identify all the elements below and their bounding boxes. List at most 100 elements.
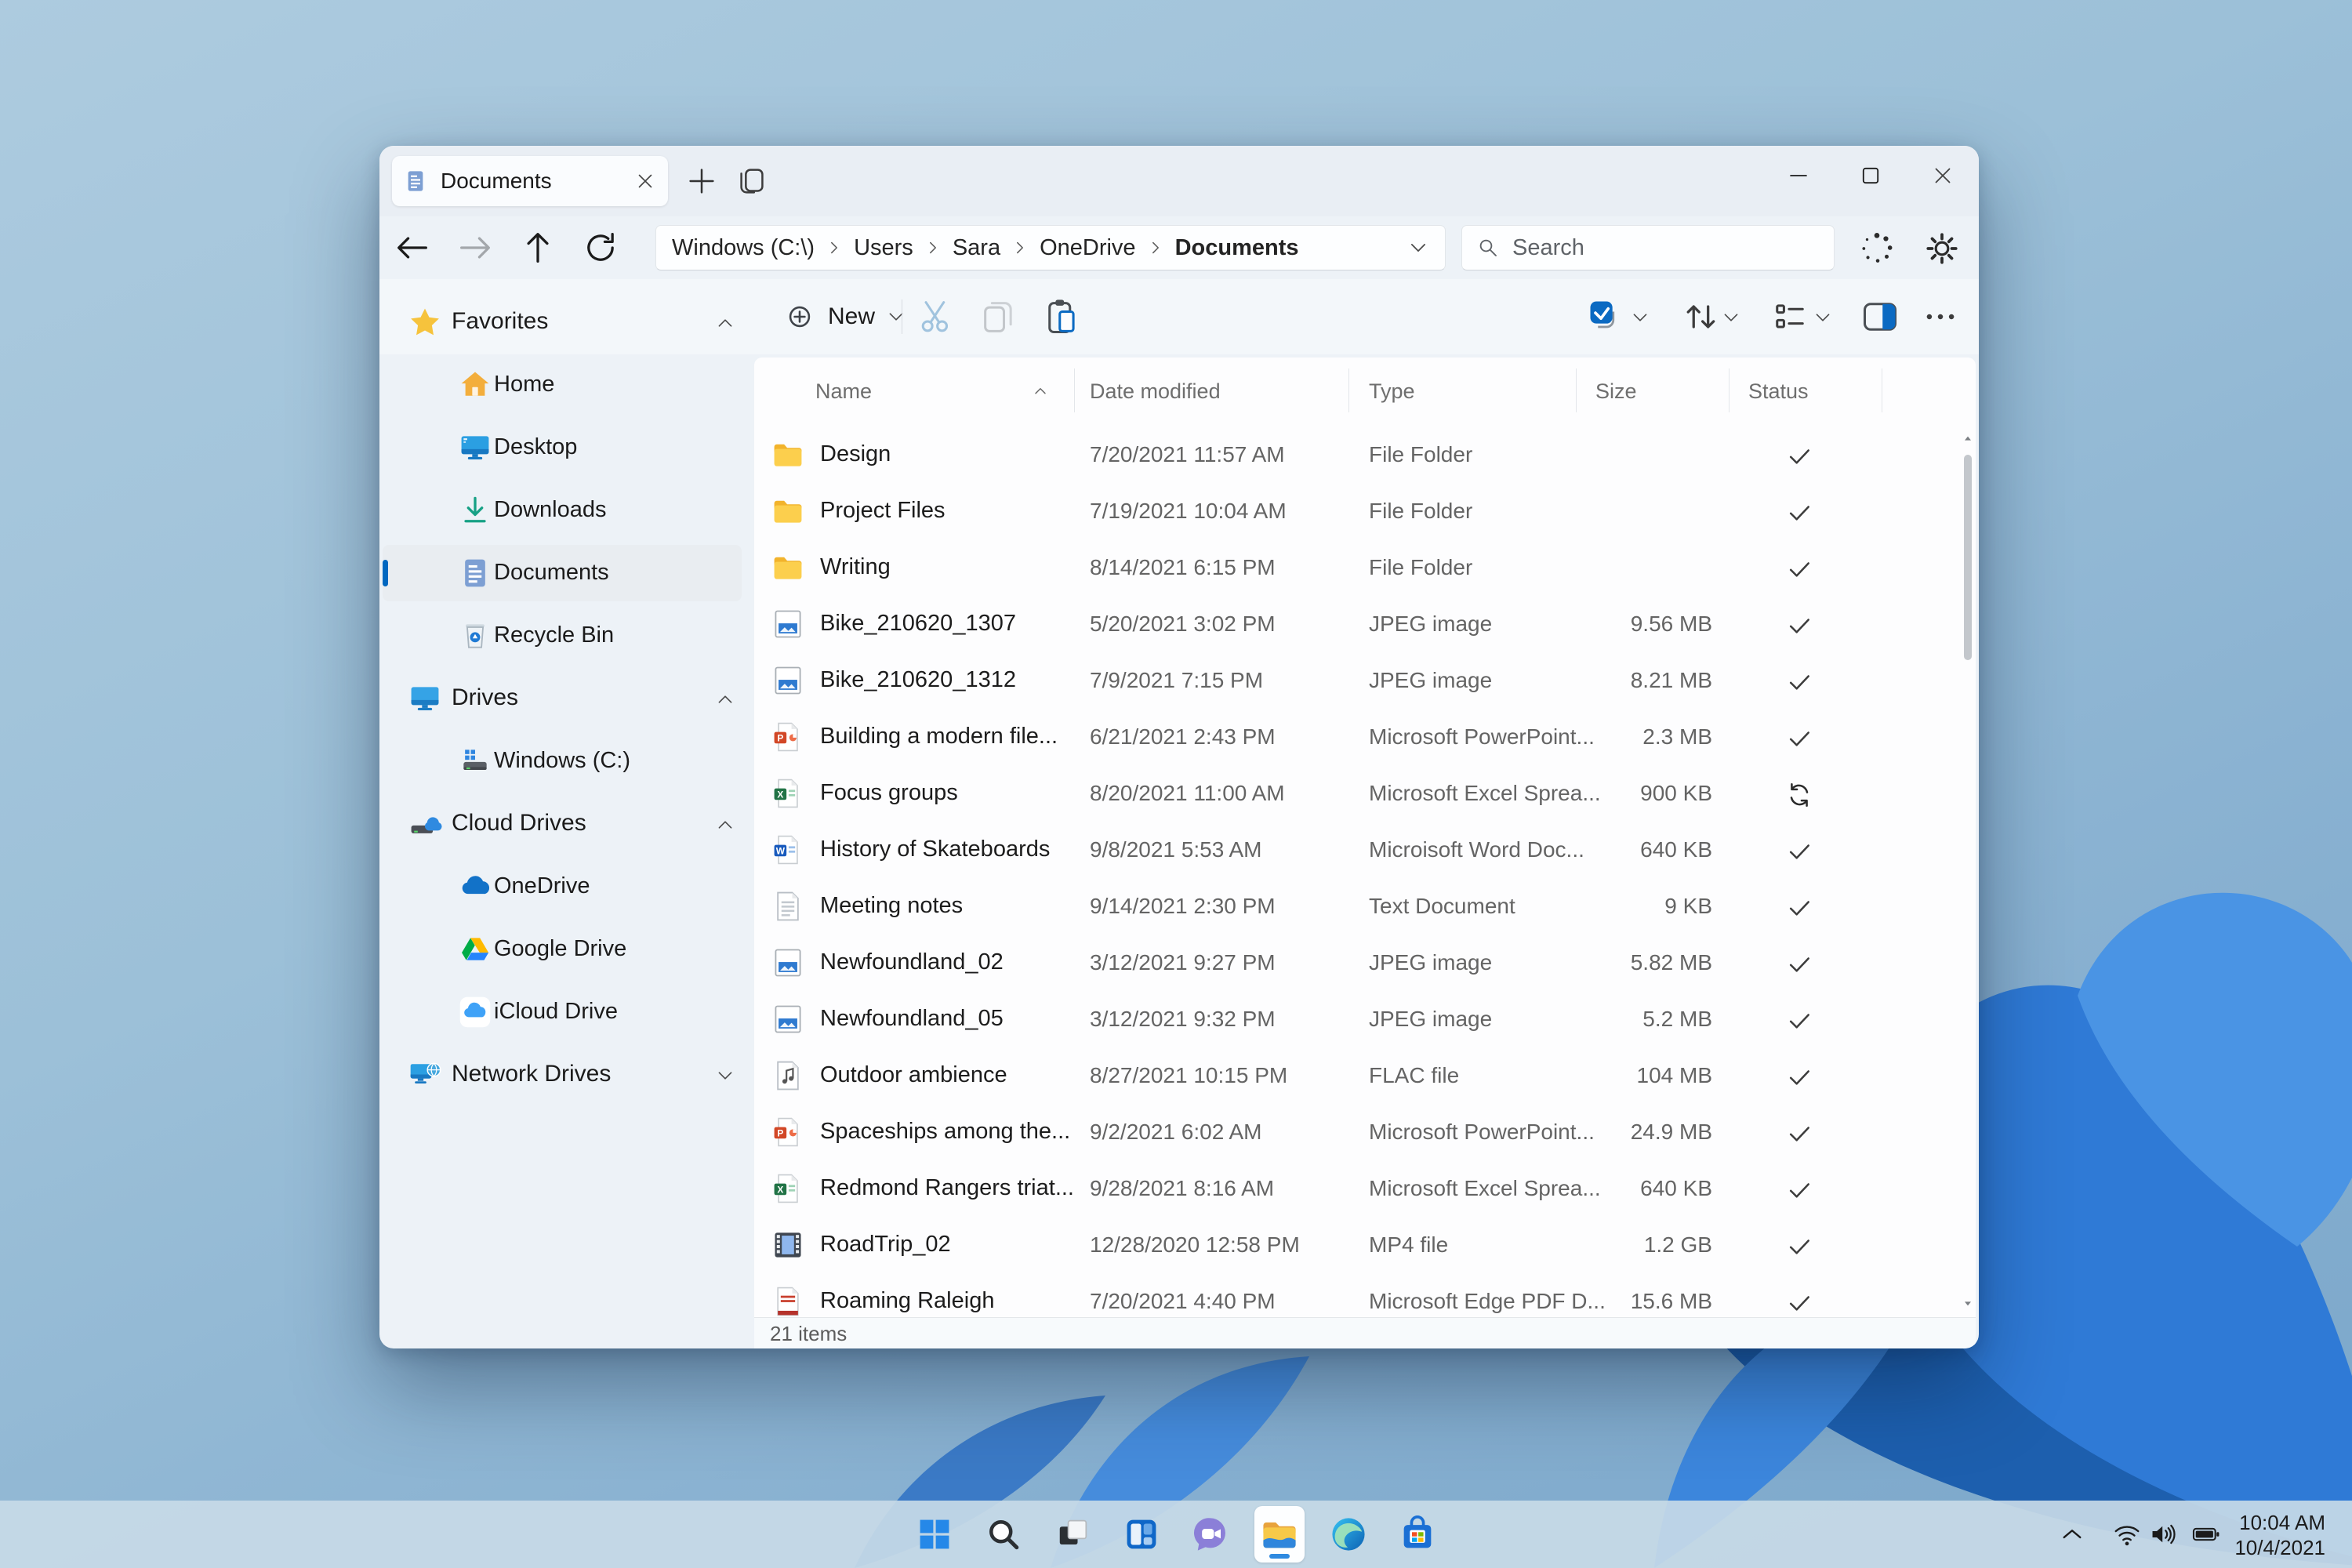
chevron-up-icon[interactable] — [715, 313, 735, 333]
search-input[interactable] — [1512, 234, 1795, 261]
scroll-down-icon[interactable] — [1962, 1297, 1974, 1309]
table-row[interactable]: RoadTrip_02 12/28/2020 12:58 PM MP4 file 1.… — [754, 1217, 1976, 1273]
taskbar-icons — [0, 1501, 2352, 1568]
new-button[interactable]: New — [768, 292, 920, 342]
breadcrumb-segment[interactable]: Documents — [1175, 235, 1299, 261]
column-header-status[interactable]: Status — [1748, 379, 1809, 404]
copy-icon[interactable] — [978, 296, 1019, 337]
tab-close-icon[interactable] — [633, 169, 657, 193]
see-more-icon[interactable] — [1920, 296, 1961, 337]
taskbar-widgets-button[interactable] — [1116, 1506, 1167, 1563]
sidebar-section-favorites[interactable]: Favorites — [379, 291, 754, 354]
sidebar-section-network-drives[interactable]: Network Drives — [379, 1044, 754, 1106]
search-box[interactable] — [1461, 225, 1835, 270]
sidebar-section-drives[interactable]: Drives — [379, 667, 754, 730]
svg-text:P: P — [777, 732, 783, 743]
explorer-tab[interactable]: Documents — [392, 156, 668, 206]
table-row[interactable]: P Spaceships among the... 9/2/2021 6:02 AM… — [754, 1104, 1976, 1160]
breadcrumb-segment[interactable]: OneDrive — [1040, 235, 1136, 261]
forward-icon[interactable] — [455, 227, 495, 268]
sidebar-item-documents[interactable]: Documents — [379, 542, 754, 604]
table-row[interactable]: Writing 8/14/2021 6:15 PM File Folder — [754, 539, 1976, 596]
maximize-button[interactable] — [1835, 146, 1907, 205]
chevron-down-icon[interactable] — [1630, 307, 1650, 328]
table-row[interactable]: P Building a modern file... 6/21/2021 2:43… — [754, 709, 1976, 765]
column-divider[interactable] — [1074, 368, 1075, 412]
up-icon[interactable] — [517, 227, 558, 268]
file-list-pane: Name Date modified Type Size Status Desi… — [754, 358, 1976, 1317]
breadcrumb[interactable]: Windows (C:\) Users Sara OneDrive Documents — [655, 225, 1446, 270]
refresh-icon[interactable] — [580, 227, 621, 268]
taskbar-file-explorer-button[interactable] — [1254, 1506, 1305, 1563]
taskbar-chat-button[interactable] — [1185, 1506, 1236, 1563]
close-button[interactable] — [1907, 146, 1979, 205]
sidebar-item-desktop[interactable]: Desktop — [379, 416, 754, 479]
wifi-icon[interactable] — [2112, 1519, 2142, 1549]
minimize-button[interactable] — [1762, 146, 1835, 205]
chevron-down-icon[interactable] — [1813, 307, 1833, 328]
chevron-down-icon[interactable] — [715, 1065, 735, 1086]
column-divider[interactable] — [1576, 368, 1577, 412]
txt-file-icon — [771, 889, 805, 924]
scrollbar-thumb[interactable] — [1964, 455, 1972, 660]
store-icon — [1397, 1514, 1438, 1555]
cut-icon[interactable] — [916, 296, 956, 337]
column-header-type[interactable]: Type — [1369, 379, 1415, 404]
scrollbar[interactable] — [1962, 433, 1974, 1309]
sidebar-item-windows-c-[interactable]: Windows (C:) — [379, 730, 754, 793]
table-row[interactable]: Newfoundland_05 3/12/2021 9:32 PM JPEG ima… — [754, 991, 1976, 1047]
scroll-up-icon[interactable] — [1962, 433, 1974, 445]
column-divider[interactable] — [1729, 368, 1730, 412]
breadcrumb-segment[interactable]: Users — [854, 235, 913, 261]
table-row[interactable]: Roaming Raleigh 7/20/2021 4:40 PM Microsof… — [754, 1273, 1976, 1317]
new-tab-icon[interactable] — [684, 163, 720, 199]
sidebar-item-google-drive[interactable]: Google Drive — [379, 918, 754, 981]
chevron-down-icon[interactable] — [1407, 237, 1429, 259]
table-row[interactable]: Meeting notes 9/14/2021 2:30 PM Text Docum… — [754, 878, 1976, 935]
file-name: RoadTrip_02 — [820, 1232, 951, 1257]
table-row[interactable]: Design 7/20/2021 11:57 AM File Folder — [754, 426, 1976, 483]
tray-chevron-up-icon[interactable] — [2057, 1519, 2087, 1549]
taskbar-store-button[interactable] — [1392, 1506, 1443, 1563]
sidebar-section-cloud-drives[interactable]: Cloud Drives — [379, 793, 754, 855]
details-pane-icon[interactable] — [1860, 296, 1900, 337]
table-row[interactable]: X Redmond Rangers triat... 9/28/2021 8:16 … — [754, 1160, 1976, 1217]
view-icon[interactable] — [1769, 296, 1810, 337]
table-row[interactable]: Project Files 7/19/2021 10:04 AM File Fold… — [754, 483, 1976, 539]
table-row[interactable]: Outdoor ambience 8/27/2021 10:15 PM FLAC f… — [754, 1047, 1976, 1104]
sidebar-item-onedrive[interactable]: OneDrive — [379, 855, 754, 918]
sidebar-item-icloud-drive[interactable]: iCloud Drive — [379, 981, 754, 1044]
taskbar-start-button[interactable] — [909, 1506, 960, 1563]
volume-icon[interactable] — [2148, 1519, 2178, 1549]
table-row[interactable]: Bike_210620_1307 5/20/2021 3:02 PM JPEG im… — [754, 596, 1976, 652]
column-header-size[interactable]: Size — [1595, 379, 1637, 404]
select-all-icon[interactable] — [1585, 296, 1626, 337]
sort-icon[interactable] — [1681, 296, 1722, 337]
sidebar-item-downloads[interactable]: Downloads — [379, 479, 754, 542]
taskbar-edge-button[interactable] — [1323, 1506, 1374, 1563]
column-divider[interactable] — [1348, 368, 1349, 412]
chevron-down-icon[interactable] — [1721, 307, 1741, 328]
table-row[interactable]: W History of Skateboards 9/8/2021 5:53 AM M… — [754, 822, 1976, 878]
paste-icon[interactable] — [1042, 296, 1083, 337]
column-header-name[interactable]: Name — [815, 379, 872, 404]
tab-list-icon[interactable] — [734, 163, 770, 199]
sidebar-item-recycle-bin[interactable]: Recycle Bin — [379, 604, 754, 667]
file-date-modified: 9/8/2021 5:53 AM — [1090, 837, 1262, 862]
taskbar-task-view-button[interactable] — [1047, 1506, 1098, 1563]
battery-icon[interactable] — [2190, 1519, 2220, 1549]
taskbar-clock[interactable]: 10:04 AM 10/4/2021 — [2234, 1510, 2325, 1560]
gear-icon[interactable] — [1922, 229, 1962, 268]
chevron-up-icon[interactable] — [715, 689, 735, 710]
column-header-date[interactable]: Date modified — [1090, 379, 1221, 404]
breadcrumb-segment[interactable]: Sara — [953, 235, 1000, 261]
back-icon[interactable] — [392, 227, 433, 268]
breadcrumb-segment[interactable]: Windows (C:\) — [672, 235, 815, 261]
table-row[interactable]: Newfoundland_02 3/12/2021 9:27 PM JPEG ima… — [754, 935, 1976, 991]
synced-check-icon — [1784, 554, 1815, 585]
sidebar-item-home[interactable]: Home — [379, 354, 754, 416]
table-row[interactable]: Bike_210620_1312 7/9/2021 7:15 PM JPEG ima… — [754, 652, 1976, 709]
chevron-up-icon[interactable] — [715, 815, 735, 835]
taskbar-search-button[interactable] — [978, 1506, 1029, 1563]
table-row[interactable]: X Focus groups 8/20/2021 11:00 AM Microsoft… — [754, 765, 1976, 822]
